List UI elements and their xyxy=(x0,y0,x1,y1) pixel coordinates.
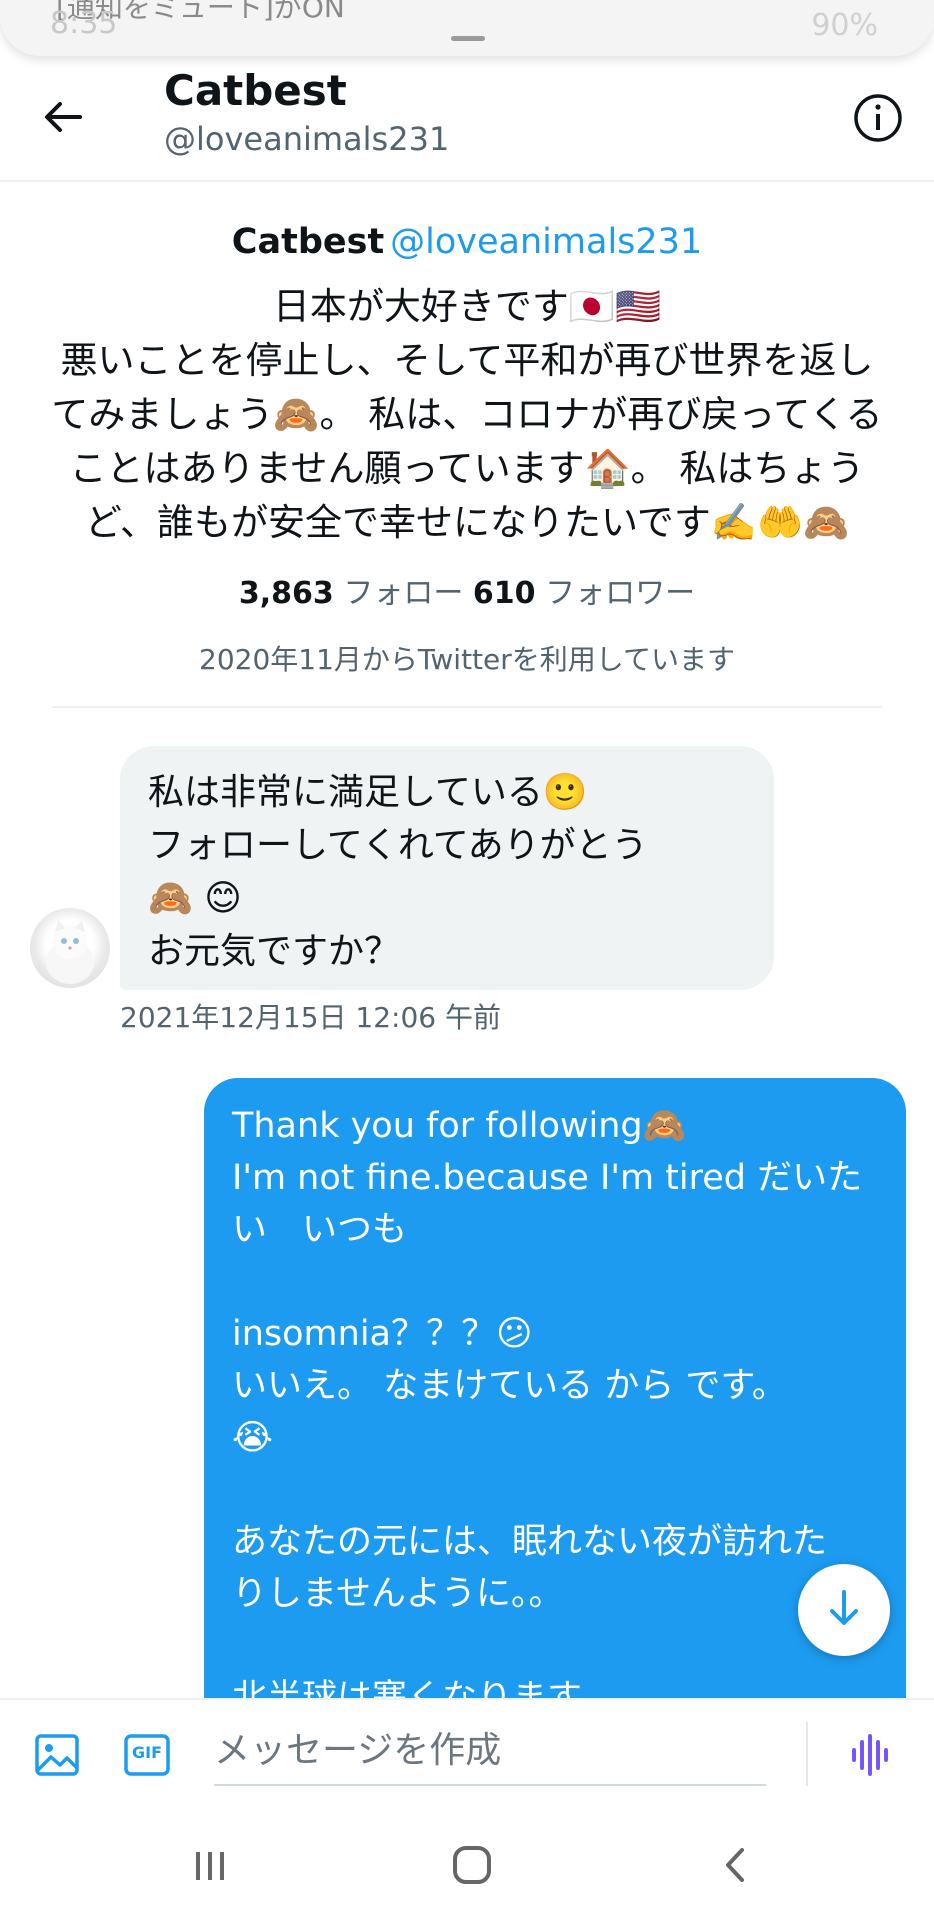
message-line: い いつも xyxy=(232,1210,408,1250)
info-icon[interactable] xyxy=(852,92,904,144)
bio-line: てみましょう🙈。 私は、コロナが再び戻ってくる xyxy=(51,393,883,436)
header-title: Catbest xyxy=(164,66,347,115)
sent-message-bubble[interactable]: Thank you for following🙈 I'm not fine.be… xyxy=(204,1078,906,1798)
message-line: I'm not fine.because I'm tired だいた xyxy=(232,1158,863,1198)
profile-bio: 日本が大好きです🇯🇵🇺🇸 悪いことを停止し、そして平和が再び世界を返し てみまし… xyxy=(0,280,934,550)
status-time: 8:35 xyxy=(50,6,118,41)
bio-line: 日本が大好きです🇯🇵🇺🇸 xyxy=(272,285,662,328)
image-icon[interactable] xyxy=(32,1730,82,1780)
gif-icon[interactable]: GIF xyxy=(122,1730,172,1780)
profile-summary[interactable]: Catbest @loveanimals231 日本が大好きです🇯🇵🇺🇸 悪いこと… xyxy=(0,222,934,678)
message-line: りしませんように。。 xyxy=(232,1574,564,1614)
profile-handle: @loveanimals231 xyxy=(390,222,703,262)
divider xyxy=(52,706,882,708)
profile-name: Catbest xyxy=(231,222,385,262)
avatar[interactable] xyxy=(30,908,110,988)
follow-counts: 3,863 フォロー 610 フォロワー xyxy=(0,568,934,612)
message-line: いいえ。 なまけている から です。 xyxy=(232,1366,787,1406)
following-label: フォロー xyxy=(343,576,464,611)
home-icon[interactable] xyxy=(442,1840,502,1890)
drag-handle[interactable] xyxy=(451,36,485,41)
message-line xyxy=(232,1620,878,1672)
message-line: 😭 xyxy=(232,1418,273,1458)
divider xyxy=(806,1722,808,1786)
recent-apps-icon[interactable] xyxy=(180,1840,240,1890)
message-line: 私は非常に満足している🙂 xyxy=(148,772,588,813)
profile-name-line: Catbest @loveanimals231 xyxy=(0,222,934,262)
message-line: insomnia？？？😕 xyxy=(232,1314,533,1354)
message-line xyxy=(232,1256,878,1308)
message-composer: GIF xyxy=(0,1698,934,1810)
voice-icon[interactable] xyxy=(846,1730,896,1780)
conversation-header: Catbest @loveanimals231 xyxy=(0,56,934,182)
message-line: 🙈 😊 xyxy=(148,878,242,919)
message-line: Thank you for following🙈 xyxy=(232,1106,687,1146)
joined-date: 2020年11月からTwitterを利用しています xyxy=(199,643,735,676)
bio-line: 悪いことを停止し、そして平和が再び世界を返し xyxy=(60,339,874,382)
back-icon[interactable] xyxy=(706,1840,766,1890)
battery-level: 90% xyxy=(811,8,878,43)
notification-overlay[interactable]: [通知をミュート]がON 8:35 90% xyxy=(0,0,934,56)
back-arrow-icon[interactable] xyxy=(38,92,88,142)
followers-count: 610 xyxy=(472,576,536,611)
scroll-to-bottom-button[interactable] xyxy=(798,1564,890,1656)
message-input[interactable] xyxy=(214,1716,766,1786)
followers-label: フォロワー xyxy=(545,576,696,611)
following-count: 3,863 xyxy=(238,576,334,611)
message-line: お元気ですか？ xyxy=(148,931,401,972)
message-timestamp: 2021年12月15日 12:06 午前 xyxy=(120,1001,502,1034)
message-line: フォローしてくれてありがとう xyxy=(148,825,648,866)
bio-line: ど、誰もが安全で幸せになりたいです✍️🤲🙈 xyxy=(84,501,850,544)
gif-label: GIF xyxy=(131,1743,162,1762)
message-line: あなたの元には、眠れない夜が訪れた xyxy=(232,1522,828,1562)
arrow-down-icon xyxy=(822,1586,866,1634)
received-message-bubble[interactable]: 私は非常に満足している🙂 フォローしてくれてありがとう 🙈 😊 お元気ですか？ xyxy=(120,746,774,990)
header-handle: @loveanimals231 xyxy=(164,120,450,158)
bio-line: ことはありません願っています🏠。 私はちょう xyxy=(69,447,865,490)
system-nav-bar xyxy=(0,1810,934,1920)
message-line xyxy=(232,1464,878,1516)
